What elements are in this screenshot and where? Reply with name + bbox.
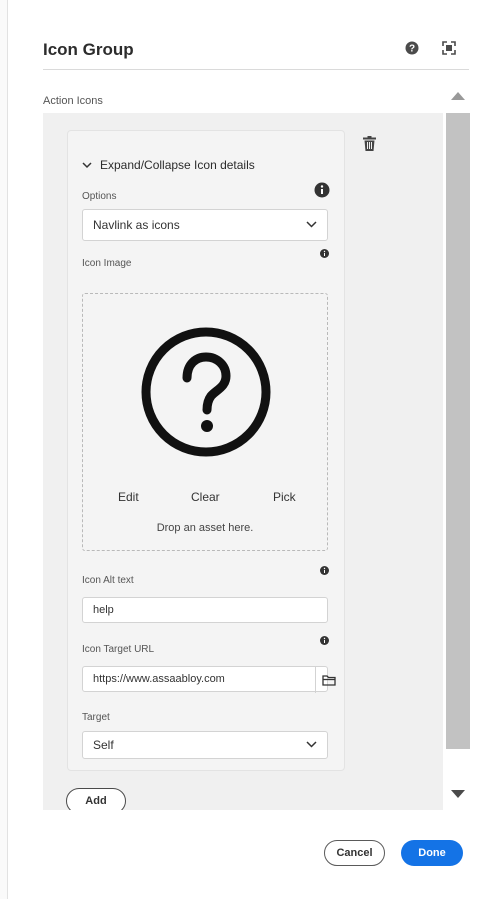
folder-icon bbox=[322, 675, 336, 686]
drop-hint: Drop an asset here. bbox=[156, 522, 254, 534]
vertical-scrollbar[interactable] bbox=[446, 113, 470, 749]
target-select-value: Self bbox=[93, 738, 114, 752]
info-icon[interactable] bbox=[320, 249, 329, 258]
target-url-input[interactable]: https://www.assaabloy.com bbox=[93, 673, 225, 685]
info-icon[interactable] bbox=[320, 566, 329, 575]
target-select[interactable]: Self bbox=[82, 731, 328, 759]
options-label: Options bbox=[82, 191, 117, 202]
fullscreen-icon[interactable] bbox=[442, 41, 456, 55]
chevron-down-icon bbox=[306, 221, 317, 228]
cancel-button[interactable]: Cancel bbox=[324, 840, 385, 866]
target-url-field: https://www.assaabloy.com bbox=[82, 666, 336, 693]
icon-image-label: Icon Image bbox=[82, 258, 132, 269]
target-label: Target bbox=[82, 712, 110, 723]
trash-icon[interactable] bbox=[363, 136, 376, 151]
chevron-down-icon bbox=[306, 741, 317, 748]
options-select-value: Navlink as icons bbox=[93, 218, 180, 232]
title-divider bbox=[43, 69, 469, 70]
expand-collapse-toggle[interactable]: Expand/Collapse Icon details bbox=[82, 158, 255, 172]
multifield-panel: Expand/Collapse Icon details Options Nav… bbox=[43, 113, 443, 810]
done-button[interactable]: Done bbox=[401, 840, 463, 866]
scroll-up-arrow[interactable] bbox=[451, 92, 465, 100]
alt-text-input[interactable]: help bbox=[82, 597, 328, 623]
edit-button[interactable]: Edit bbox=[118, 490, 139, 504]
dialog-title: Icon Group bbox=[43, 40, 134, 59]
chevron-down-icon bbox=[82, 161, 92, 168]
expand-collapse-label: Expand/Collapse Icon details bbox=[100, 158, 255, 172]
help-icon[interactable]: ? bbox=[405, 41, 419, 55]
pick-button[interactable]: Pick bbox=[273, 490, 296, 504]
info-icon[interactable] bbox=[314, 182, 330, 198]
left-edge bbox=[0, 0, 8, 899]
add-button[interactable]: Add bbox=[66, 788, 126, 810]
multifield-item: Expand/Collapse Icon details Options Nav… bbox=[67, 130, 345, 771]
question-circle-icon bbox=[141, 327, 271, 457]
options-select[interactable]: Navlink as icons bbox=[82, 209, 328, 241]
svg-text:?: ? bbox=[409, 44, 415, 55]
section-label: Action Icons bbox=[43, 95, 103, 107]
info-icon[interactable] bbox=[320, 636, 329, 645]
clear-button[interactable]: Clear bbox=[191, 490, 220, 504]
alt-text-label: Icon Alt text bbox=[82, 575, 134, 586]
asset-dropzone[interactable]: Edit Clear Pick Drop an asset here. bbox=[82, 293, 328, 551]
scroll-down-arrow[interactable] bbox=[451, 790, 465, 798]
icon-group-dialog: Icon Group ? Action Icons Expand/Collaps… bbox=[8, 0, 489, 899]
browse-button[interactable] bbox=[315, 667, 343, 693]
target-url-label: Icon Target URL bbox=[82, 644, 155, 655]
